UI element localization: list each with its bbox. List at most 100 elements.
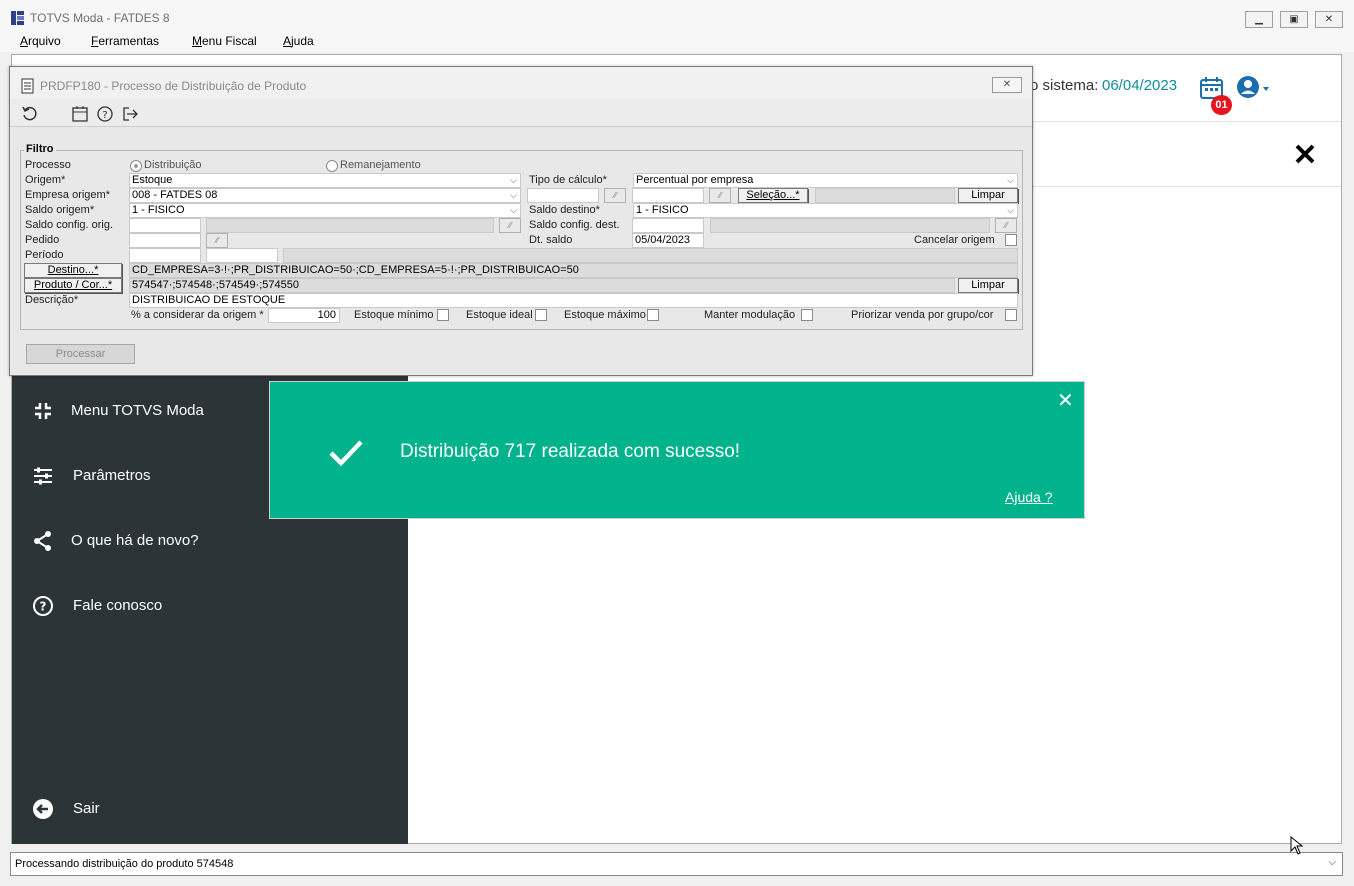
pct-label: % a considerar da origem * (131, 309, 264, 321)
chevron-down-icon[interactable]: ⌵ (1328, 857, 1336, 868)
chevron-down-icon: ⌵ (1007, 205, 1014, 215)
collapse-icon (35, 403, 51, 419)
search-button[interactable]: ⁄⁄ (604, 188, 626, 203)
svg-text:?: ? (40, 600, 47, 614)
window-title: TOTVS Moda - FATDES 8 (30, 11, 170, 25)
main-title-bar: TOTVS Moda - FATDES 8 ▁ ▣ ✕ (0, 0, 1354, 32)
saldo-config-dest-input[interactable] (632, 218, 704, 233)
selecao-button[interactable]: Seleção...* (738, 188, 808, 203)
checkmark-icon (329, 440, 363, 467)
radio-distribuicao[interactable] (130, 160, 142, 172)
destino-button-label: Destino...* (47, 264, 99, 276)
dt-saldo-label: Dt. saldo (529, 234, 573, 246)
menu-fiscal[interactable]: Menu Fiscal (192, 34, 257, 48)
limpar-button[interactable]: Limpar (958, 188, 1018, 203)
toast-close-icon[interactable]: ✕ (1057, 388, 1074, 413)
origem-select[interactable]: Estoque ⌵ (129, 173, 521, 188)
sidebar-item-label: Fale conosco (73, 597, 163, 614)
system-date: 06/04/2023 (1102, 77, 1178, 94)
periodo-end-input[interactable] (206, 248, 278, 263)
radio-distribuicao-label: Distribuição (144, 159, 202, 171)
origem-label: Origem* (25, 174, 66, 186)
toast-help-link[interactable]: Ajuda ? (1005, 489, 1052, 505)
calendar-small-icon[interactable] (71, 105, 89, 123)
saldo-destino-value: 1 - FISICO (636, 204, 689, 216)
produto-button-label: Produto / Cor...* (33, 279, 113, 291)
manter-modulacao-checkbox[interactable] (801, 309, 813, 321)
close-panel-icon[interactable] (1294, 143, 1316, 165)
saldo-destino-select[interactable]: 1 - FISICO ⌵ (633, 203, 1018, 218)
pedido-label: Pedido (25, 234, 60, 246)
periodo-display (283, 248, 1018, 263)
processar-button[interactable]: Processar (26, 344, 135, 364)
exit-icon[interactable] (121, 105, 139, 123)
search-button-2[interactable]: ⁄⁄ (709, 188, 731, 203)
menu-ferramentas[interactable]: Ferramentas (91, 34, 159, 48)
distribution-dialog: PRDFP180 - Processo de Distribuição de P… (9, 66, 1033, 376)
priorizar-checkbox[interactable] (1005, 309, 1017, 321)
dialog-close-button[interactable]: ✕ (992, 77, 1022, 93)
cancelar-origem-label: Cancelar origem (914, 234, 995, 246)
cancelar-origem-checkbox[interactable] (1005, 234, 1017, 246)
sidebar-item-sair[interactable]: Sair (12, 790, 408, 830)
notification-badge: 01 (1211, 95, 1232, 115)
saldo-origem-label: Saldo origem* (25, 204, 95, 216)
estoque-ideal-checkbox[interactable] (535, 309, 547, 321)
descricao-input[interactable]: DISTRIBUICAO DE ESTOQUE (129, 293, 1018, 308)
destino-button[interactable]: Destino...* (24, 263, 122, 278)
empresa-dest-code2-input[interactable] (632, 188, 704, 203)
back-arrow-icon (33, 799, 53, 819)
svg-text:?: ? (102, 110, 107, 121)
maximize-button[interactable]: ▣ (1280, 11, 1308, 28)
pedido-input[interactable] (129, 233, 201, 248)
pct-input[interactable]: 100 (268, 308, 340, 323)
menu-arquivo[interactable]: Arquivo (20, 34, 61, 48)
produto-value: 574547·;574548·;574549·;574550 (129, 278, 955, 293)
selecao-display (815, 188, 955, 203)
menu-ajuda[interactable]: Ajuda (283, 34, 314, 48)
tipo-calculo-select[interactable]: Percentual por empresa ⌵ (633, 173, 1018, 188)
saldo-origem-select[interactable]: 1 - FISICO ⌵ (129, 203, 521, 218)
status-bar: Processando distribuição do produto 5745… (10, 852, 1343, 876)
search-button-3[interactable]: ⁄⁄ (499, 218, 521, 233)
empresa-origem-select[interactable]: 008 - FATDES 08 ⌵ (129, 188, 521, 203)
document-icon (21, 78, 34, 94)
dt-saldo-input[interactable]: 05/04/2023 (632, 233, 704, 248)
dt-saldo-value: 05/04/2023 (635, 234, 691, 246)
estoque-minimo-label: Estoque mínimo (354, 309, 434, 321)
periodo-label: Período (25, 249, 64, 261)
help-circle-icon: ? (33, 596, 53, 616)
chevron-down-icon: ⌵ (510, 175, 517, 185)
saldo-config-orig-input[interactable] (129, 218, 201, 233)
sidebar-item-label: Parâmetros (73, 467, 151, 484)
radio-remanejamento[interactable] (326, 160, 338, 172)
minimize-button[interactable]: ▁ (1245, 11, 1273, 28)
help-icon[interactable]: ? (96, 105, 114, 123)
limpar-produto-button[interactable]: Limpar (958, 278, 1018, 293)
saldo-config-orig-label: Saldo config. orig. (25, 219, 114, 231)
mouse-cursor-icon (1290, 836, 1304, 855)
saldo-origem-value: 1 - FISICO (132, 204, 185, 216)
close-window-button[interactable]: ✕ (1315, 11, 1343, 28)
saldo-config-dest-desc (710, 218, 990, 233)
refresh-icon[interactable] (21, 105, 39, 123)
search-button-4[interactable]: ⁄⁄ (995, 218, 1017, 233)
search-button-5[interactable]: ⁄⁄ (206, 233, 228, 248)
toast-message: Distribuição 717 realizada com sucesso! (400, 441, 741, 462)
sidebar-item-novidades[interactable]: O que há de novo? (12, 522, 408, 562)
estoque-maximo-checkbox[interactable] (647, 309, 659, 321)
sidebar-item-label: Menu TOTVS Moda (71, 402, 204, 419)
sidebar-item-fale-conosco[interactable]: ? Fale conosco (12, 587, 408, 627)
empresa-dest-code-input[interactable] (527, 188, 599, 203)
produto-cor-button[interactable]: Produto / Cor...* (24, 278, 122, 293)
tipo-calculo-value: Percentual por empresa (636, 174, 754, 186)
app-logo-icon (11, 11, 24, 25)
empresa-origem-label: Empresa origem* (25, 189, 110, 201)
selecao-button-label: Seleção...* (746, 189, 800, 201)
success-toast: Distribuição 717 realizada com sucesso! … (269, 381, 1085, 519)
user-avatar-icon[interactable] (1236, 75, 1272, 101)
dialog-title-bar: PRDFP180 - Processo de Distribuição de P… (10, 67, 1032, 99)
estoque-minimo-checkbox[interactable] (437, 309, 449, 321)
periodo-start-input[interactable] (129, 248, 201, 263)
system-date-label: o sistema: (1030, 77, 1099, 94)
